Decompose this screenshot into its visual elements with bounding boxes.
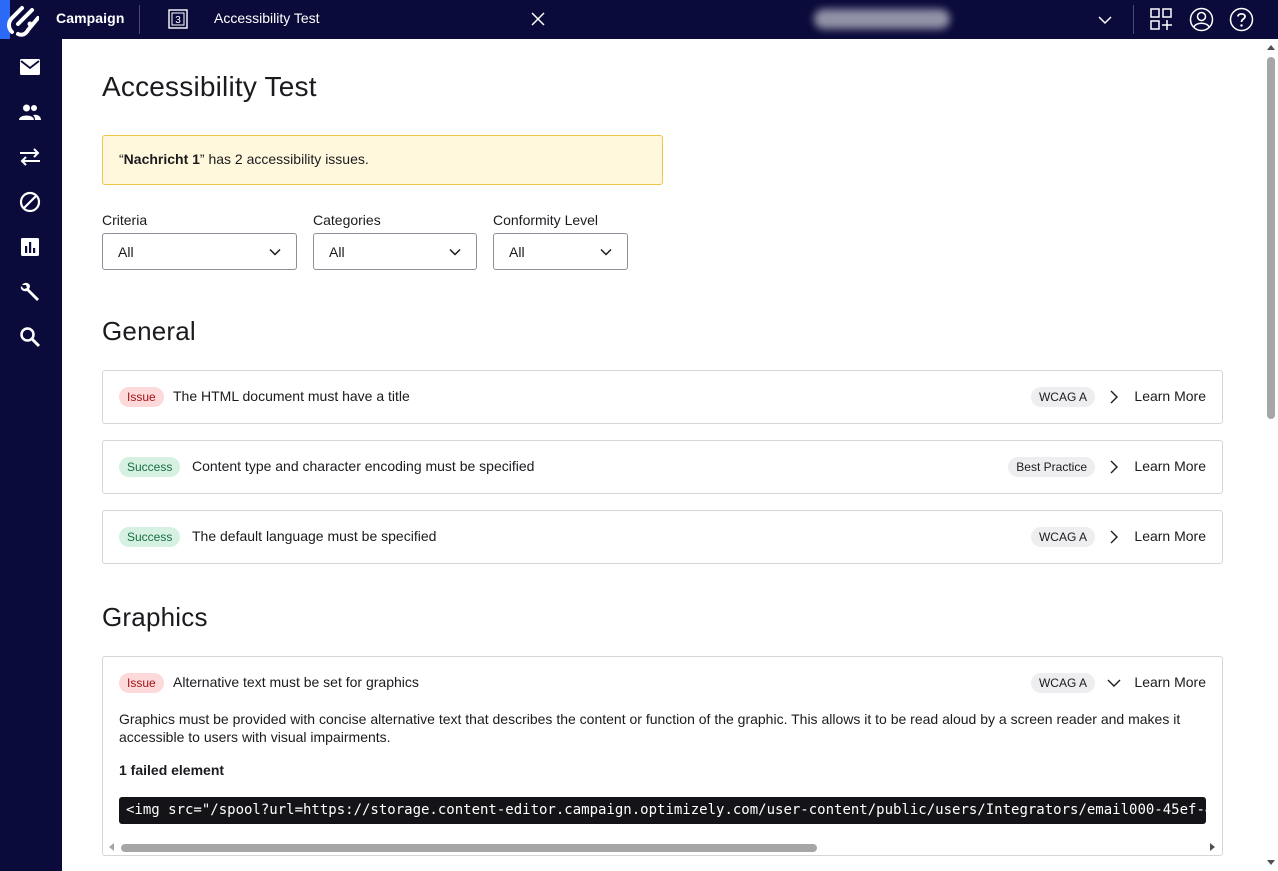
learn-more-link[interactable]: Learn More (1134, 674, 1206, 690)
card-title: The default language must be specified (192, 528, 437, 544)
code-snippet[interactable]: <img src="/spool?url=https://storage.con… (119, 797, 1206, 824)
conformity-level-select[interactable]: All (493, 233, 628, 270)
document-tab-icon[interactable]: 3 (167, 8, 189, 30)
issue-card[interactable]: Issue The HTML document must have a titl… (102, 370, 1223, 424)
card-title: The HTML document must have a title (173, 388, 410, 404)
sidebar (0, 39, 62, 871)
tab-count: 3 (175, 15, 181, 26)
conformity-level-value: All (509, 244, 525, 260)
learn-more-link[interactable]: Learn More (1134, 458, 1206, 474)
level-badge: WCAG A (1030, 387, 1095, 407)
logo-icon (7, 6, 39, 37)
scrollbar-thumb[interactable] (121, 844, 817, 852)
success-card[interactable]: Success Content type and character encod… (102, 440, 1223, 494)
bar-chart-icon[interactable] (19, 236, 41, 258)
section-title-general: General (102, 316, 196, 346)
categories-select[interactable]: All (313, 233, 477, 270)
notice-text: ” has 2 accessibility issues. (199, 151, 369, 167)
status-badge: Issue (119, 673, 164, 693)
user-name-blurred[interactable] (814, 9, 950, 29)
chevron-down-icon[interactable] (1106, 675, 1122, 691)
horizontal-scrollbar[interactable] (103, 839, 1222, 855)
chevron-right-icon[interactable] (1106, 389, 1122, 405)
conformity-level-label: Conformity Level (493, 212, 599, 228)
status-badge: Success (119, 527, 181, 547)
vertical-scrollbar[interactable] (1264, 39, 1278, 871)
top-bar: Campaign 3 Accessibility Test (0, 0, 1278, 39)
criteria-label: Criteria (102, 212, 148, 228)
status-badge: Issue (119, 387, 164, 407)
issue-description: Graphics must be provided with concise a… (119, 711, 1181, 745)
success-card[interactable]: Success The default language must be spe… (102, 510, 1223, 564)
scroll-left-icon[interactable] (108, 843, 116, 851)
chevron-down-icon (269, 248, 281, 256)
level-badge: Best Practice (1008, 457, 1095, 477)
block-icon[interactable] (19, 191, 41, 213)
chevron-right-icon[interactable] (1106, 529, 1122, 545)
accessibility-notice: “Nachricht 1” has 2 accessibility issues… (102, 135, 663, 185)
learn-more-link[interactable]: Learn More (1134, 528, 1206, 544)
close-icon[interactable] (530, 11, 546, 27)
notice-message-name: Nachricht 1 (123, 151, 200, 167)
criteria-value: All (118, 244, 134, 260)
card-title: Alternative text must be set for graphic… (173, 674, 419, 690)
main-content: Accessibility Test “Nachricht 1” has 2 a… (62, 39, 1278, 871)
swap-arrows-icon[interactable] (19, 146, 41, 168)
chevron-down-icon (600, 248, 612, 256)
criteria-select[interactable]: All (102, 233, 297, 270)
categories-value: All (329, 244, 345, 260)
mail-icon[interactable] (19, 56, 41, 78)
chevron-right-icon[interactable] (1106, 459, 1122, 475)
categories-label: Categories (313, 212, 381, 228)
tab-title[interactable]: Accessibility Test (214, 10, 320, 26)
divider (1133, 5, 1134, 34)
people-icon[interactable] (19, 101, 41, 123)
divider (139, 5, 140, 34)
scrollbar-thumb[interactable] (1267, 57, 1275, 419)
help-icon[interactable] (1229, 7, 1254, 32)
apps-add-icon[interactable] (1149, 7, 1174, 32)
failed-elements-label: 1 failed element (119, 762, 225, 778)
level-badge: WCAG A (1030, 527, 1095, 547)
status-badge: Success (119, 457, 181, 477)
wrench-icon[interactable] (19, 281, 41, 303)
page-title: Accessibility Test (102, 71, 317, 102)
level-badge: WCAG A (1030, 673, 1095, 693)
chevron-down-icon (449, 248, 461, 256)
learn-more-link[interactable]: Learn More (1134, 388, 1206, 404)
search-icon[interactable] (19, 326, 41, 348)
card-title: Content type and character encoding must… (192, 458, 535, 474)
logo[interactable] (0, 0, 39, 39)
scroll-up-icon[interactable] (1267, 44, 1275, 52)
user-account-icon[interactable] (1189, 7, 1214, 32)
chevron-down-icon[interactable] (1097, 12, 1113, 28)
app-name: Campaign (56, 10, 125, 26)
section-title-graphics: Graphics (102, 602, 208, 632)
scroll-right-icon[interactable] (1208, 843, 1216, 851)
scroll-down-icon[interactable] (1267, 858, 1275, 866)
issue-card-expanded[interactable]: Issue Alternative text must be set for g… (102, 656, 1223, 856)
